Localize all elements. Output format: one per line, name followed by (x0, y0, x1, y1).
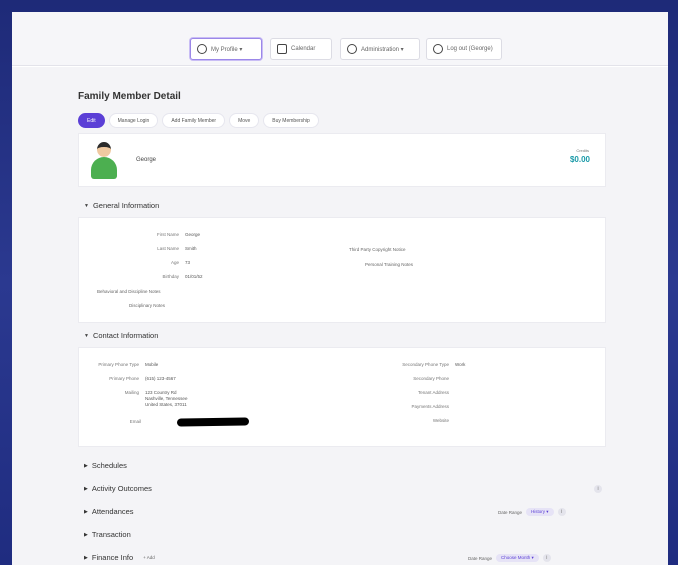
activity-outcomes-controls: i (594, 485, 602, 493)
profile-card: George Credits $0.00 (78, 133, 606, 187)
calendar-icon (277, 44, 287, 54)
tab-buy-membership[interactable]: Buy Membership (263, 113, 319, 128)
administration-button[interactable]: Administration ▾ (340, 38, 420, 60)
gear-icon (347, 44, 357, 54)
field-last-name: Last Name Smith (157, 246, 197, 251)
general-info-panel: First Name George Last Name Smith Age 73 Bi… (78, 217, 606, 323)
field-website: Website (432, 418, 449, 423)
field-primary-phone-type: Primary Phone Type Mobile (98, 362, 159, 367)
main-content: Family Member Detail Edit Manage Login A… (12, 67, 668, 565)
user-circle-icon (197, 44, 207, 54)
chevron-down-icon: ▼ (84, 332, 89, 339)
field-first-name: First Name George (156, 232, 201, 237)
attendances-history-select[interactable]: History ▾ (526, 508, 554, 516)
field-secondary-phone-type: Secondary Phone Type Work (402, 362, 466, 367)
chevron-right-icon: ▶ (84, 485, 88, 492)
finance-add-link[interactable]: + Add (143, 555, 155, 560)
chevron-right-icon: ▶ (84, 554, 88, 561)
tab-add-family-member[interactable]: Add Family Member (162, 113, 226, 128)
field-birthday: Birthday 01/01/52 (162, 274, 203, 279)
finance-range-label: Date Range (468, 555, 493, 561)
finance-info-controls: Date Range Choose Month ▾ i (468, 554, 551, 562)
contact-info-panel: Primary Phone Type Mobile Primary Phone (6… (78, 347, 606, 447)
credits-label: Credits (576, 148, 589, 153)
field-secondary-phone: Secondary Phone (413, 376, 449, 381)
third-party-notice: Third Party Copyright Notice (349, 247, 406, 252)
my-profile-button[interactable]: My Profile ▾ (190, 38, 262, 60)
section-finance-info[interactable]: ▶ Finance Info + Add (84, 553, 155, 562)
finance-month-select[interactable]: Choose Month ▾ (496, 554, 539, 562)
field-payments-address: Payments Address (411, 404, 449, 409)
redacted-email (176, 417, 250, 427)
top-toolbar: My Profile ▾ Calendar Administration ▾ L… (12, 12, 668, 66)
logout-icon (433, 44, 443, 54)
disciplinary-notes-flag: Disciplinary Notes (129, 303, 166, 308)
field-tenant-address: Tenant Address (417, 390, 449, 395)
field-mailing-line3: United States, 37011 (145, 402, 187, 407)
field-mailing-line2: Nashville, Tennessee (145, 396, 188, 401)
chevron-right-icon: ▶ (84, 531, 88, 538)
section-attendances[interactable]: ▶ Attendances (84, 507, 134, 516)
tab-edit[interactable]: Edit (78, 113, 105, 128)
chevron-right-icon: ▶ (84, 462, 88, 469)
credits-value[interactable]: $0.00 (570, 155, 590, 164)
action-tabs: Edit Manage Login Add Family Member Move… (78, 113, 319, 128)
section-schedules[interactable]: ▶ Schedules (84, 461, 127, 470)
tab-move[interactable]: Move (229, 113, 260, 128)
section-transaction[interactable]: ▶ Transaction (84, 530, 131, 539)
tab-manage-login[interactable]: Manage Login (108, 113, 159, 128)
field-primary-phone: Primary Phone (615) 123-4567 (109, 376, 176, 381)
attendances-controls: Date Range History ▾ i (498, 508, 566, 516)
info-icon[interactable]: i (542, 554, 551, 562)
section-activity-outcomes[interactable]: ▶ Activity Outcomes (84, 484, 152, 493)
chevron-right-icon: ▶ (84, 508, 88, 515)
personal-training-notes: Personal Training Notes (365, 262, 414, 267)
field-mailing: Mailing 123 Country Rd (124, 390, 177, 395)
avatar (91, 142, 117, 180)
contact-info-header[interactable]: ▼ Contact Information (84, 331, 158, 340)
logout-button[interactable]: Log out (George) (426, 38, 502, 60)
field-age: Age 73 (170, 260, 191, 265)
field-email: Email (129, 419, 141, 424)
info-icon[interactable]: i (594, 485, 602, 493)
behavioral-notes-flag: Behavioral and Discipline Notes (97, 289, 161, 294)
calendar-button[interactable]: Calendar (270, 38, 332, 60)
page-title: Family Member Detail (78, 91, 181, 102)
general-info-header[interactable]: ▼ General Information (84, 201, 159, 210)
chevron-down-icon: ▼ (84, 202, 89, 209)
attendances-range-label: Date Range (498, 509, 523, 515)
info-icon[interactable]: i (557, 508, 566, 516)
profile-name: George (136, 157, 157, 163)
app-window: My Profile ▾ Calendar Administration ▾ L… (12, 12, 668, 565)
